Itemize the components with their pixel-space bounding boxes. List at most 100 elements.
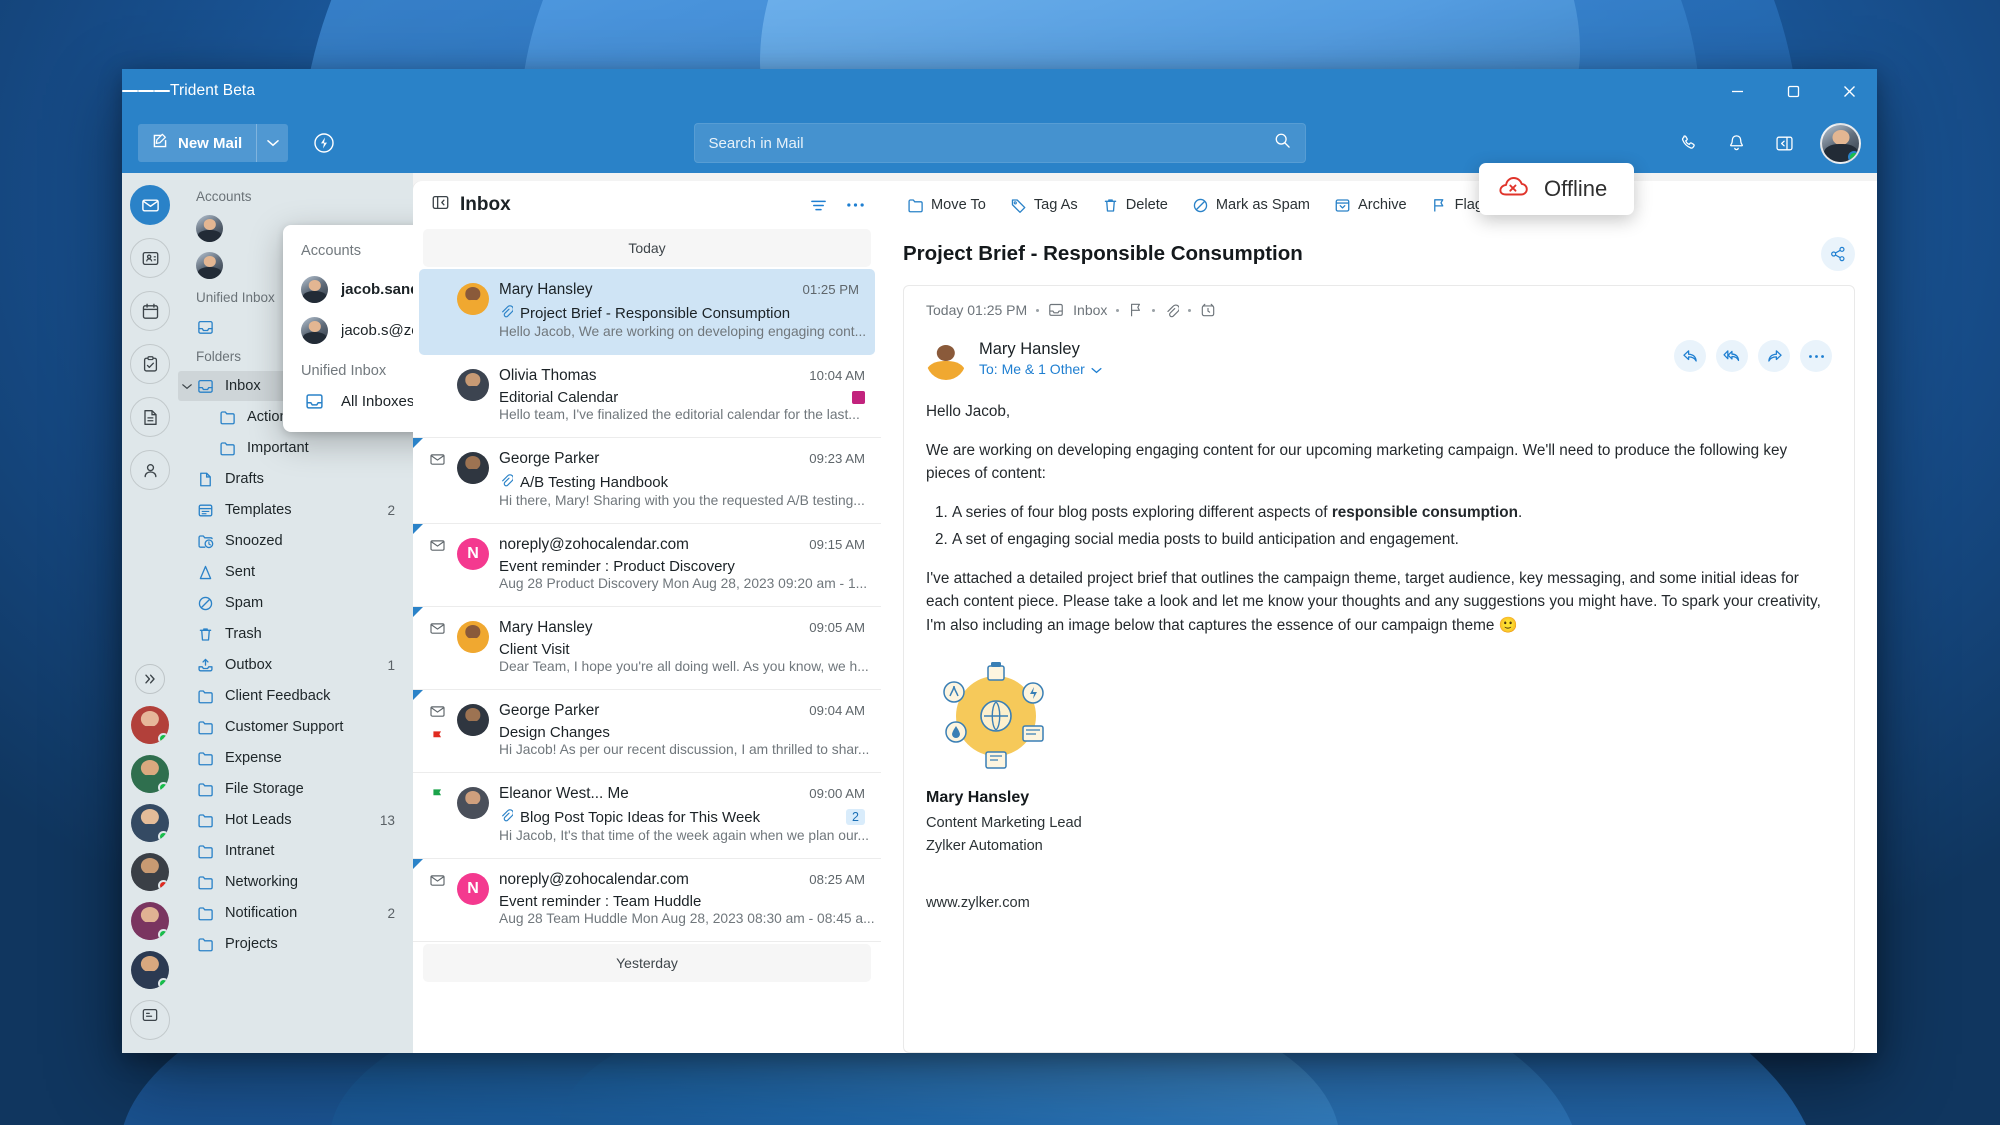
flag-icon[interactable] xyxy=(1128,302,1143,318)
more-horizontal-icon[interactable] xyxy=(1800,340,1832,372)
user-avatar[interactable] xyxy=(1820,122,1861,164)
message-content: noreply@zohocalendar.com 08:25 AM Event … xyxy=(499,871,875,928)
tag-as-button[interactable]: Tag As xyxy=(998,191,1090,220)
rail-item-notes[interactable] xyxy=(130,397,170,437)
sidebar-item-outbox[interactable]: Outbox 1 xyxy=(178,650,409,680)
sidebar-item-expense[interactable]: Expense xyxy=(178,743,409,773)
reply-all-icon[interactable] xyxy=(1716,340,1748,372)
message-status-icons xyxy=(427,871,447,928)
quick-action-bolt-icon[interactable] xyxy=(304,123,344,163)
sidebar-item-templates[interactable]: Templates 2 xyxy=(178,495,409,525)
message-preview: Aug 28 Team Huddle Mon Aug 28, 2023 08:3… xyxy=(499,911,875,926)
sidebar-item-intranet[interactable]: Intranet xyxy=(178,836,409,866)
sender-recipients[interactable]: To: Me & 1 Other xyxy=(979,361,1102,377)
delete-button[interactable]: Delete xyxy=(1090,191,1180,220)
sender-avatar xyxy=(457,704,489,736)
app-switcher-button[interactable] xyxy=(130,1000,170,1040)
sidebar-item-important[interactable]: Important xyxy=(178,433,409,463)
search-icon[interactable] xyxy=(1274,132,1291,154)
flyout-all-inboxes[interactable]: All Inboxes 1662 xyxy=(283,385,413,418)
move-to-button[interactable]: Move To xyxy=(895,191,998,220)
sidebar-item-drafts[interactable]: Drafts xyxy=(178,464,409,494)
message-time: 09:00 AM xyxy=(809,786,865,801)
mark-as-spam-button[interactable]: Mark as Spam xyxy=(1180,191,1322,220)
chat-contact-avatar[interactable] xyxy=(131,755,169,793)
message-time: 08:25 AM xyxy=(809,872,865,887)
unread-envelope-icon[interactable] xyxy=(429,539,445,557)
sidebar-item-hot-leads[interactable]: Hot Leads 13 xyxy=(178,805,409,835)
rail-item-profile[interactable] xyxy=(130,450,170,490)
message-subject: Event reminder : Team Huddle xyxy=(499,893,702,910)
chevron-down-icon[interactable] xyxy=(1091,361,1102,377)
unread-envelope-icon[interactable] xyxy=(429,874,445,892)
new-mail-button[interactable]: New Mail xyxy=(138,124,289,162)
message-list-item[interactable]: Mary Hansley 09:05 AM Client Visit Dear … xyxy=(413,607,881,690)
sidebar-item-file-storage[interactable]: File Storage xyxy=(178,774,409,804)
forward-icon[interactable] xyxy=(1758,340,1790,372)
sidebar-item-label: Snoozed xyxy=(225,533,283,549)
expand-rail-button[interactable] xyxy=(135,664,165,694)
offline-status-badge[interactable]: Offline xyxy=(1479,163,1635,215)
message-subject: Client Visit xyxy=(499,641,570,658)
close-button[interactable] xyxy=(1821,69,1877,113)
new-mail-main[interactable]: New Mail xyxy=(138,124,256,162)
phone-icon[interactable] xyxy=(1666,121,1710,165)
chat-contact-avatar[interactable] xyxy=(131,853,169,891)
search-box[interactable] xyxy=(693,123,1306,163)
sidebar-item-snoozed[interactable]: Snoozed xyxy=(178,526,409,556)
sidebar-item-client-feedback[interactable]: Client Feedback xyxy=(178,681,409,711)
hamburger-menu-icon[interactable] xyxy=(122,69,170,113)
message-list-item[interactable]: George Parker 09:04 AM Design Changes Hi… xyxy=(413,690,881,773)
sidebar-item-customer-support[interactable]: Customer Support xyxy=(178,712,409,742)
paperclip-icon[interactable] xyxy=(1164,302,1180,318)
sidebar-item-networking[interactable]: Networking xyxy=(178,867,409,897)
rail-item-calendar[interactable] xyxy=(130,291,170,331)
unread-envelope-icon[interactable] xyxy=(429,453,445,471)
flyout-account-1[interactable]: jacob.sanders@zy...27 xyxy=(283,269,413,310)
clock-icon[interactable] xyxy=(1200,302,1216,318)
chevron-down-icon[interactable] xyxy=(182,378,192,394)
filter-icon[interactable] xyxy=(809,197,828,214)
message-time: 09:23 AM xyxy=(809,451,865,466)
sidebar-item-projects[interactable]: Projects xyxy=(178,929,409,959)
sidebar-item-spam[interactable]: Spam xyxy=(178,588,409,618)
chat-contact-avatar[interactable] xyxy=(131,902,169,940)
message-list-item[interactable]: Olivia Thomas 10:04 AM Editorial Calenda… xyxy=(413,355,881,438)
minimize-button[interactable] xyxy=(1709,69,1765,113)
rail-item-mail[interactable] xyxy=(130,185,170,225)
paperclip-icon xyxy=(499,807,514,827)
more-horizontal-icon[interactable] xyxy=(846,202,865,208)
search-input[interactable] xyxy=(708,134,1274,152)
rail-item-contacts[interactable] xyxy=(130,238,170,278)
sidebar-item-trash[interactable]: Trash xyxy=(178,619,409,649)
archive-button[interactable]: Archive xyxy=(1322,191,1419,220)
unread-envelope-icon[interactable] xyxy=(429,705,445,723)
chat-contact-avatar[interactable] xyxy=(131,706,169,744)
chat-contact-avatar[interactable] xyxy=(131,804,169,842)
folder-icon xyxy=(196,874,215,891)
email-bullet-list: A series of four blog posts exploring di… xyxy=(952,501,1832,551)
sidebar-item-count: 2 xyxy=(387,502,395,518)
sidebar-item-sent[interactable]: Sent xyxy=(178,557,409,587)
sidebar-item-notification[interactable]: Notification 2 xyxy=(178,898,409,928)
unread-envelope-icon[interactable] xyxy=(429,622,445,640)
new-mail-dropdown-icon[interactable] xyxy=(256,124,288,162)
reply-icon[interactable] xyxy=(1674,340,1706,372)
message-list-item[interactable]: N noreply@zohocalendar.com 08:25 AM Even… xyxy=(413,859,881,942)
flag-icon[interactable] xyxy=(431,730,444,749)
panel-collapse-icon[interactable] xyxy=(431,193,450,217)
sender-name: Mary Hansley xyxy=(979,340,1080,358)
rail-item-tasks[interactable] xyxy=(130,344,170,384)
message-list-item[interactable]: George Parker 09:23 AM A/B Testing Handb… xyxy=(413,438,881,524)
notifications-bell-icon[interactable] xyxy=(1714,121,1758,165)
flyout-account-2[interactable]: jacob.s@zohomail.com99+ xyxy=(283,310,413,351)
maximize-button[interactable] xyxy=(1765,69,1821,113)
share-icon[interactable] xyxy=(1821,237,1855,271)
chat-contact-avatar[interactable] xyxy=(131,951,169,989)
toggle-pane-icon[interactable] xyxy=(1762,121,1806,165)
message-content: George Parker 09:23 AM A/B Testing Handb… xyxy=(499,450,865,510)
message-list-item[interactable]: Mary Hansley 01:25 PM Project Brief - Re… xyxy=(419,269,875,355)
message-list-item[interactable]: N noreply@zohocalendar.com 09:15 AM Even… xyxy=(413,524,881,607)
flag-icon[interactable] xyxy=(431,788,444,807)
message-list-item[interactable]: Eleanor West... Me 09:00 AM Blog Post To… xyxy=(413,773,881,859)
